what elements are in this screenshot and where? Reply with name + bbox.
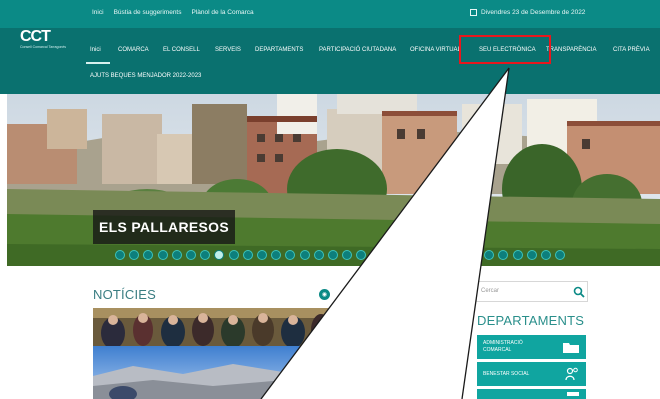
zoom-callout <box>260 67 510 399</box>
